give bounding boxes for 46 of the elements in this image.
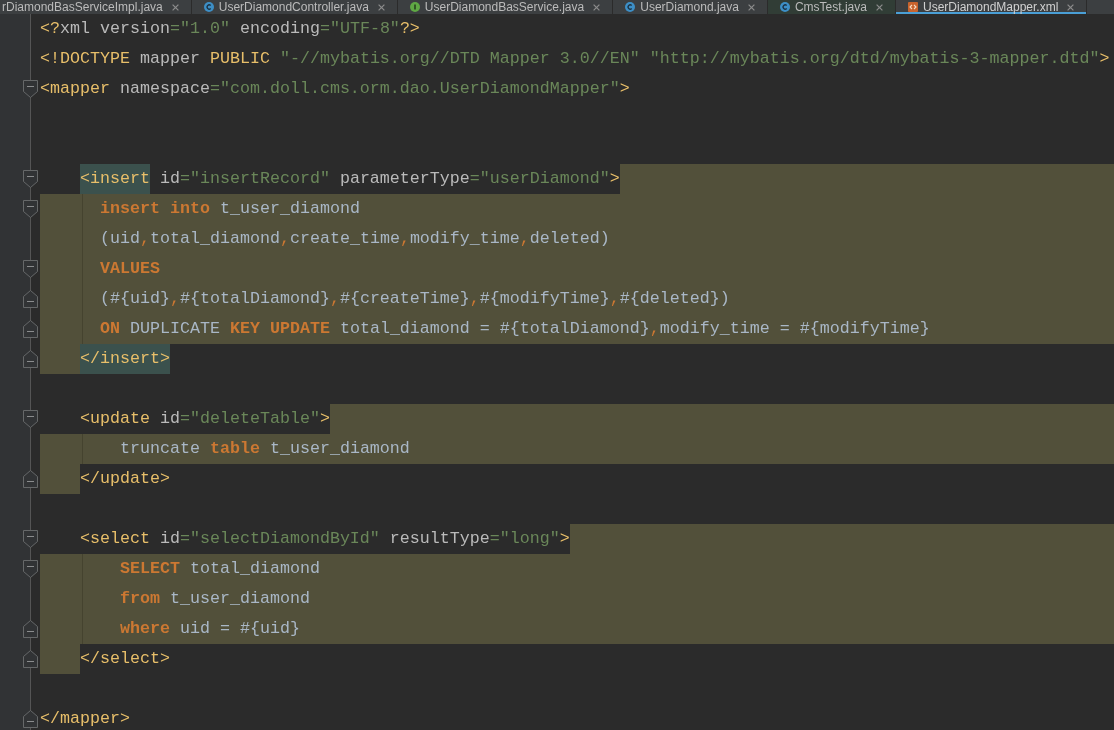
close-icon[interactable] <box>377 3 385 11</box>
close-icon[interactable] <box>593 3 601 11</box>
code-line: (#{uid},#{totalDiamond},#{createTime},#{modifyTime},#{deleted}) <box>100 289 730 309</box>
code-line: <select id="selectDiamondById" resultType="long"> <box>80 529 570 549</box>
code-line: from t_user_diamond <box>119 589 310 609</box>
fold-end-icon[interactable] <box>23 290 38 308</box>
editor-tab[interactable]: UserDiamondMapper.xml <box>895 0 1088 14</box>
fold-end-icon[interactable] <box>23 650 38 668</box>
code-line: </mapper> <box>40 709 130 729</box>
fold-end-icon[interactable] <box>23 350 38 368</box>
code-line: VALUES <box>100 259 160 279</box>
editor-tab[interactable]: CmsTest.java <box>767 0 896 14</box>
code-line: ON DUPLICATE KEY UPDATE total_diamond = #{totalDiamond},modify_time = #{modifyTime} <box>100 319 930 339</box>
code-line: insert into t_user_diamond <box>100 199 360 219</box>
code-line: <!DOCTYPE mapper PUBLIC "-//mybatis.org//DTD Mapper 3.0//EN" "http://mybatis.org/dtd/mybatis-3-mapper.dtd"> <box>40 49 1110 69</box>
fold-end-icon[interactable] <box>23 620 38 638</box>
code-line: </update> <box>80 469 170 489</box>
close-icon[interactable] <box>747 3 755 11</box>
fold-end-icon[interactable] <box>23 320 38 338</box>
close-icon[interactable] <box>875 3 883 11</box>
fold-start-icon[interactable] <box>23 410 38 428</box>
c-circle-icon <box>625 2 636 12</box>
code-line: (uid,total_diamond,create_time,modify_time,deleted) <box>100 229 610 249</box>
i-circle-icon <box>409 2 420 12</box>
code-line: <update id="deleteTable"> <box>80 409 330 429</box>
fold-start-icon[interactable] <box>23 260 38 278</box>
fold-start-icon[interactable] <box>23 530 38 548</box>
code-line: <?xml version="1.0" encoding="UTF-8"?> <box>40 19 420 39</box>
editor-tab[interactable]: rDiamondBasServiceImpl.java <box>0 0 192 14</box>
fold-start-icon[interactable] <box>23 170 38 188</box>
code-line: <insert id="insertRecord" parameterType="userDiamond"> <box>80 164 620 194</box>
code-line: where uid = #{uid} <box>119 619 300 639</box>
angle-brackets-icon <box>907 2 918 12</box>
fold-start-icon[interactable] <box>23 80 38 98</box>
code-line: </select> <box>80 649 170 669</box>
code-line: truncate table t_user_diamond <box>119 439 410 459</box>
close-icon[interactable] <box>1067 3 1075 11</box>
fold-start-icon[interactable] <box>23 200 38 218</box>
fold-start-icon[interactable] <box>23 560 38 578</box>
code-line: <mapper namespace="com.doll.cms.orm.dao.UserDiamondMapper"> <box>40 79 630 99</box>
fold-end-icon[interactable] <box>23 470 38 488</box>
c-circle-icon <box>779 2 790 12</box>
c-circle-icon <box>203 2 214 12</box>
code-line: SELECT total_diamond <box>119 559 320 579</box>
fold-end-icon[interactable] <box>23 710 38 728</box>
close-icon[interactable] <box>171 3 179 11</box>
